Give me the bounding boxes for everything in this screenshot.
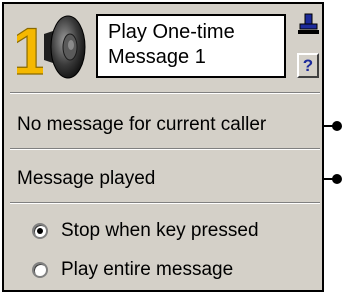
output-connector-message-played[interactable] <box>322 172 344 186</box>
stamp-icon[interactable] <box>297 13 319 35</box>
radio-play-entire-message[interactable]: Play entire message <box>32 259 233 281</box>
divider <box>10 202 320 204</box>
radio-label: Play entire message <box>61 259 234 280</box>
radio-checked-icon[interactable] <box>32 223 48 239</box>
divider <box>10 92 320 94</box>
help-icon: ? <box>302 56 314 75</box>
radio-unchecked-icon[interactable] <box>32 262 48 278</box>
output-connector-no-message[interactable] <box>322 119 344 133</box>
radio-stop-when-key-pressed[interactable]: Stop when key pressed <box>32 220 259 242</box>
node-title[interactable]: Play One-time Message 1 <box>96 14 286 78</box>
help-button[interactable]: ? <box>297 53 319 78</box>
speaker-icon <box>44 15 86 79</box>
node-header: 1 Play One-time Message 1 ? <box>4 4 322 90</box>
output-no-message-label: No message for current caller <box>17 114 267 135</box>
play-message-node[interactable]: 1 Play One-time Message 1 ? No message f… <box>2 2 342 292</box>
radio-label: Stop when key pressed <box>61 220 259 241</box>
output-message-played-label: Message played <box>17 168 156 189</box>
divider <box>10 148 320 150</box>
